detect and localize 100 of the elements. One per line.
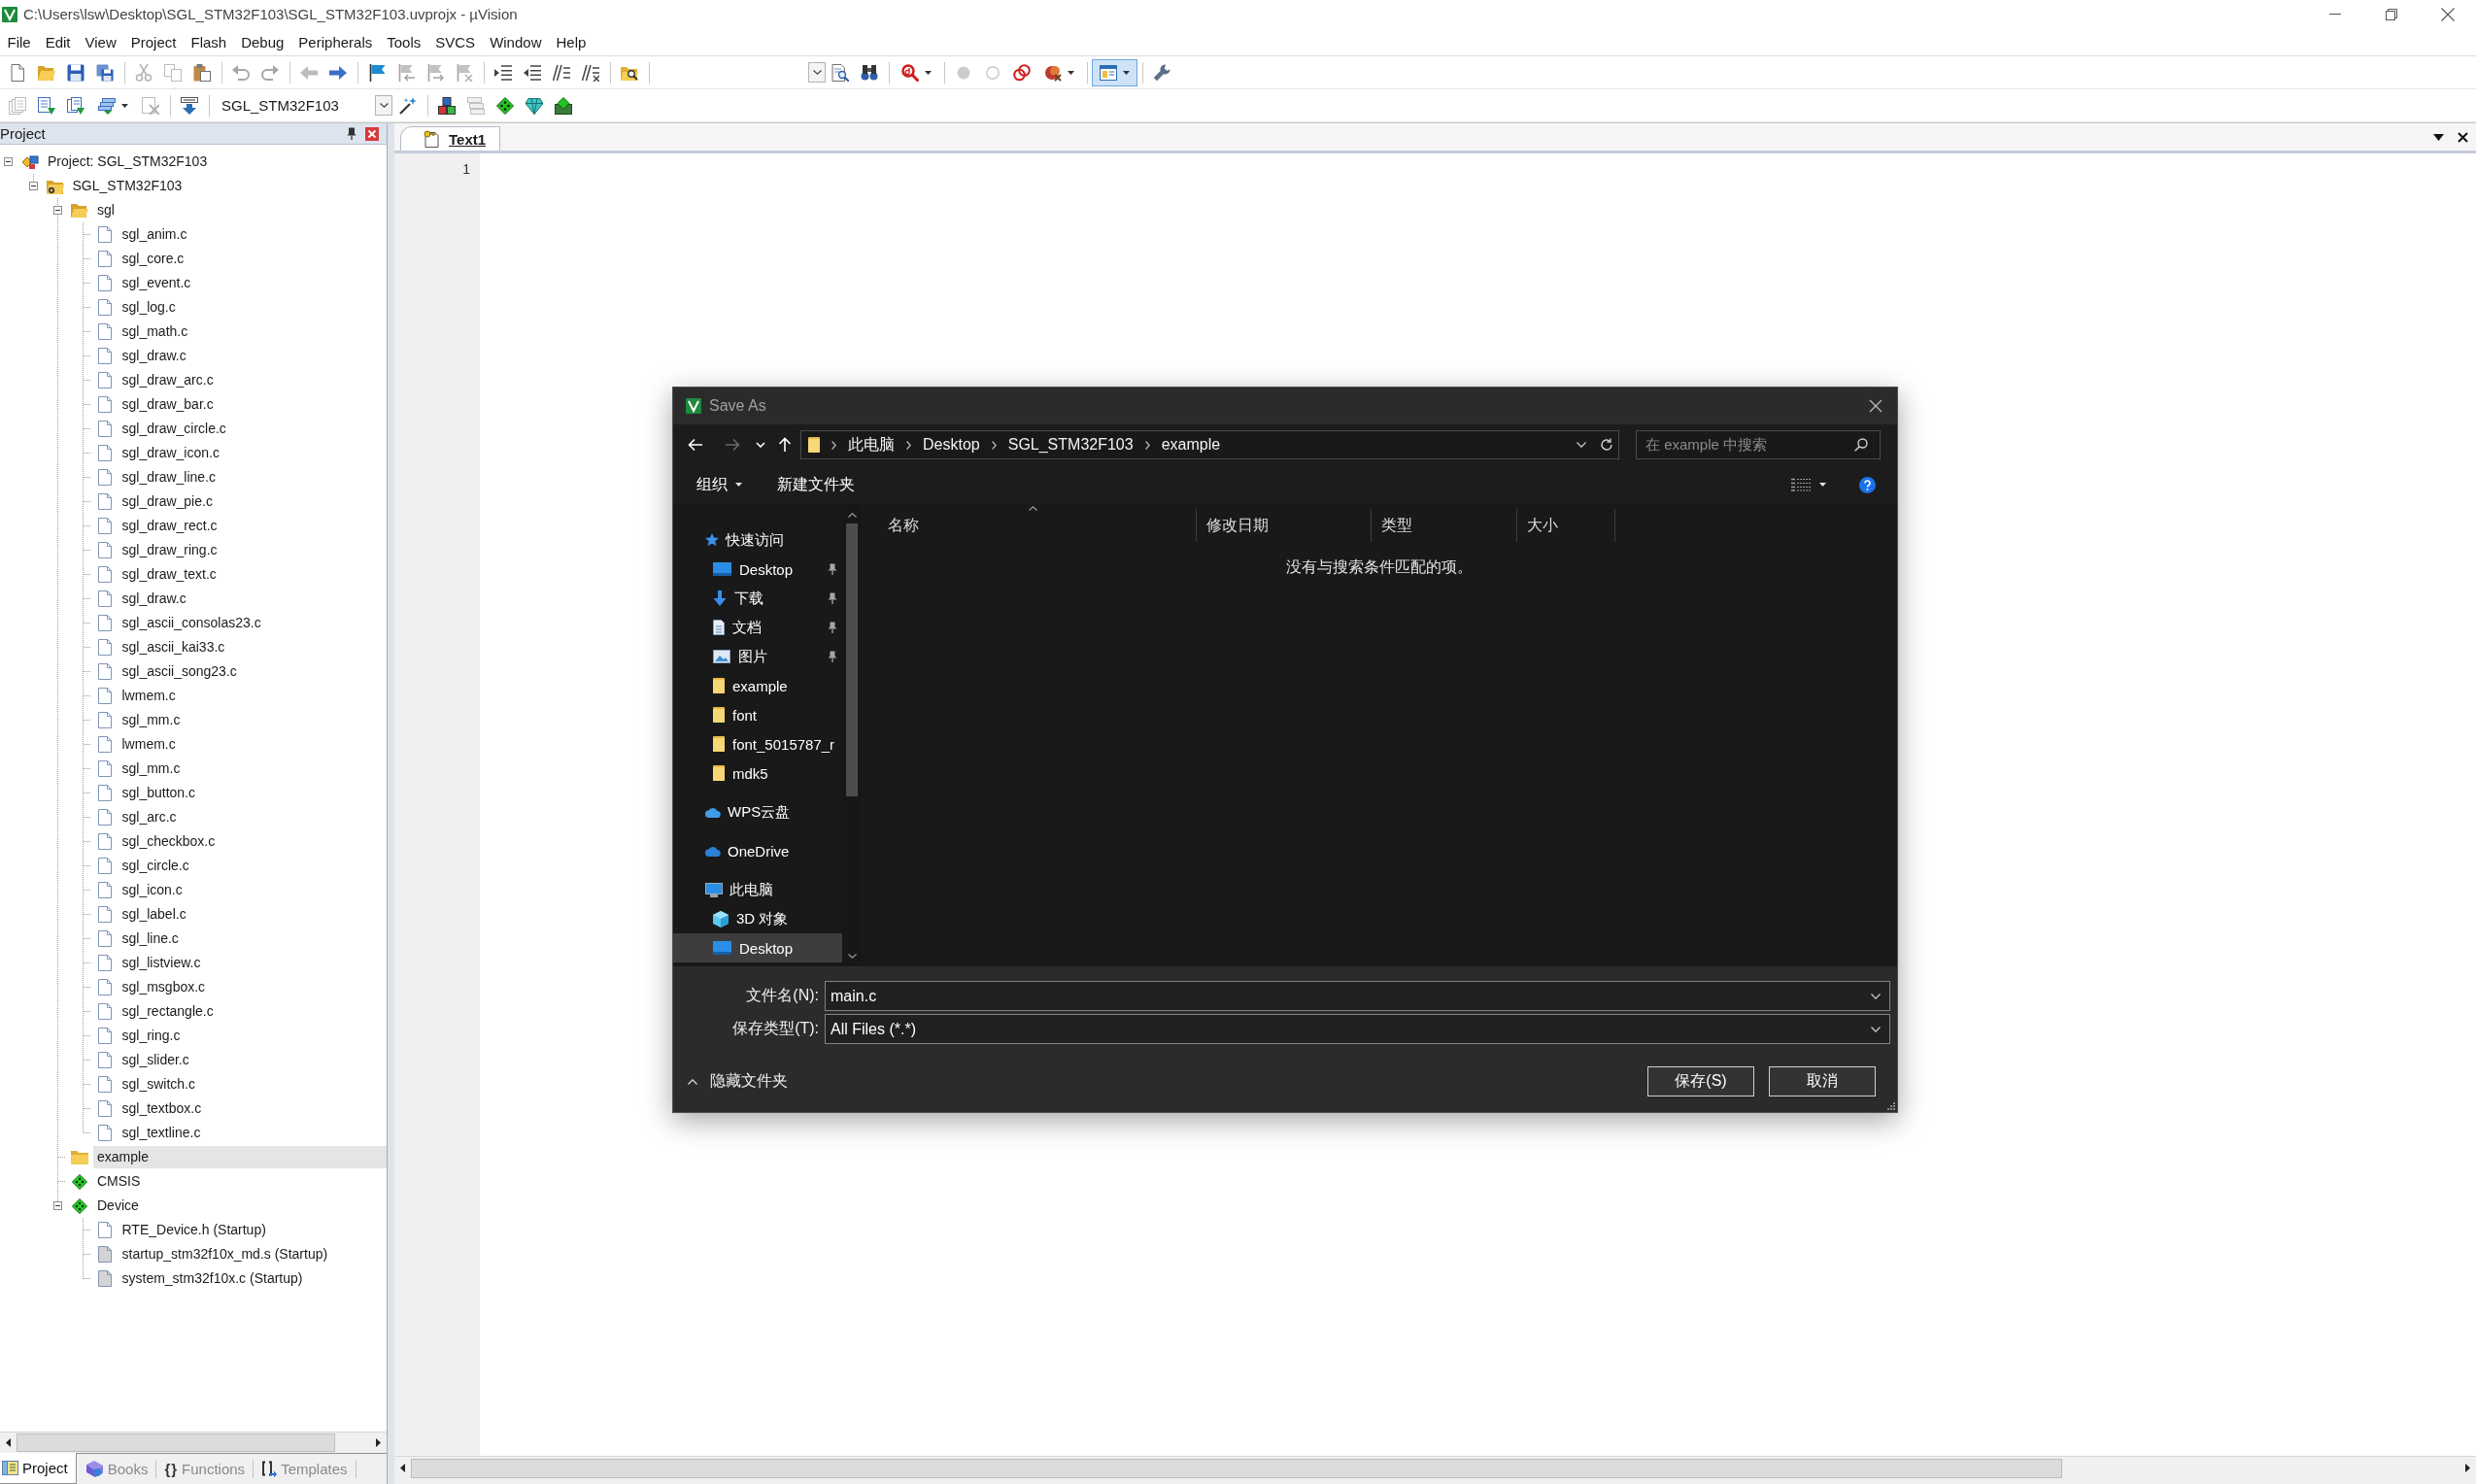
menu-item[interactable]: Window — [482, 31, 549, 52]
chevron-down-icon[interactable] — [756, 442, 765, 448]
combo-field[interactable]: main.c — [825, 981, 1890, 1011]
collapse-toggle[interactable] — [53, 206, 62, 215]
menu-item[interactable]: Peripherals — [290, 31, 380, 52]
tree-item[interactable]: sgl_mm.c — [118, 709, 185, 731]
tree-item[interactable]: startup_stm32f10x_md.s (Startup) — [118, 1243, 332, 1265]
breadcrumb[interactable]: example — [1161, 436, 1221, 454]
nav-item[interactable]: 图片 — [673, 642, 842, 671]
menu-item[interactable]: File — [0, 31, 39, 52]
menu-item[interactable]: Tools — [379, 31, 428, 52]
tree-item[interactable]: sgl_ascii_consolas23.c — [118, 612, 265, 634]
tree-item[interactable]: sgl_arc.c — [118, 806, 181, 828]
nav-item[interactable]: font — [673, 700, 842, 729]
nav-item[interactable]: OneDrive — [673, 836, 842, 865]
tree-item[interactable]: sgl_event.c — [118, 272, 195, 294]
tree-item[interactable]: sgl_draw_line.c — [118, 466, 220, 489]
tree-item[interactable]: sgl_label.c — [118, 903, 190, 926]
nav-item[interactable]: 此电脑 — [673, 875, 842, 904]
tree-item[interactable]: sgl_draw_icon.c — [118, 442, 223, 464]
menu-item[interactable]: Help — [549, 31, 594, 52]
hide-folders-button[interactable]: 隐藏文件夹 — [688, 1071, 788, 1092]
scrollbar-thumb[interactable] — [846, 523, 858, 796]
tree-item[interactable]: sgl_ascii_kai33.c — [118, 636, 229, 658]
arrow-left-icon[interactable] — [688, 438, 703, 452]
nav-item[interactable]: example — [673, 671, 842, 700]
collapse-toggle[interactable] — [28, 182, 38, 190]
tree-item[interactable]: sgl_ring.c — [118, 1025, 185, 1047]
nav-item[interactable]: 快速访问 — [673, 525, 842, 555]
tree-item[interactable]: sgl_draw_circle.c — [118, 418, 230, 440]
tree-item[interactable]: RTE_Device.h (Startup) — [118, 1219, 270, 1241]
tree-item[interactable]: sgl_listview.c — [118, 952, 205, 974]
dropdown-button[interactable] — [808, 62, 826, 83]
close-icon[interactable] — [1869, 399, 1882, 413]
breadcrumb[interactable]: 此电脑 — [848, 434, 895, 455]
tree-item[interactable]: sgl_draw.c — [118, 588, 190, 610]
tree-item[interactable]: sgl — [93, 199, 119, 221]
tree-item[interactable]: sgl_draw_bar.c — [118, 393, 218, 416]
tree-item[interactable]: sgl_textbox.c — [118, 1097, 206, 1120]
combo-field[interactable]: All Files (*.*) — [825, 1014, 1890, 1044]
dialog-button[interactable]: 保存(S) — [1647, 1066, 1754, 1096]
tree-item[interactable]: sgl_icon.c — [118, 879, 187, 901]
window-layout-button[interactable] — [1092, 58, 1137, 86]
restore-icon[interactable] — [2386, 8, 2397, 20]
tree-item[interactable]: sgl_line.c — [118, 928, 183, 950]
tree-item[interactable]: sgl_checkbox.c — [118, 830, 220, 853]
tree-item[interactable]: CMSIS — [93, 1170, 145, 1193]
tree-item[interactable]: sgl_textline.c — [118, 1122, 205, 1144]
address-bar[interactable]: 此电脑 Desktop SGL_STM32F103 example — [800, 430, 1619, 459]
tree-item[interactable]: sgl_rectangle.c — [118, 1000, 218, 1023]
close-icon[interactable] — [2458, 131, 2468, 143]
dialog-button[interactable]: 取消 — [1769, 1066, 1876, 1096]
menu-item[interactable]: Edit — [38, 31, 79, 52]
tree-item[interactable]: sgl_core.c — [118, 248, 188, 270]
menu-item[interactable]: Debug — [233, 31, 291, 52]
breadcrumb[interactable]: Desktop — [923, 436, 980, 454]
menu-item[interactable]: Project — [123, 31, 184, 52]
tree-item[interactable]: sgl_switch.c — [118, 1073, 199, 1096]
nav-item[interactable]: Desktop — [673, 933, 842, 962]
pin-icon[interactable] — [347, 127, 356, 140]
tree-item[interactable]: SGL_STM32F103 — [68, 175, 187, 197]
close-icon[interactable] — [2441, 7, 2455, 21]
tree-item[interactable]: sgl_math.c — [118, 320, 192, 343]
tree-item[interactable]: sgl_draw_text.c — [118, 563, 220, 586]
tree-item[interactable]: sgl_draw_arc.c — [118, 369, 218, 391]
caret-down-icon[interactable] — [2433, 133, 2444, 141]
horizontal-scrollbar[interactable] — [0, 1432, 387, 1453]
nav-item[interactable]: mdk5 — [673, 759, 842, 788]
scrollbar-thumb[interactable] — [17, 1433, 335, 1452]
tree-item[interactable]: sgl_mm.c — [118, 758, 185, 780]
menu-item[interactable]: Flash — [183, 31, 234, 52]
menu-item[interactable]: View — [78, 31, 124, 52]
nav-item[interactable]: Desktop — [673, 555, 842, 584]
tree-item[interactable]: sgl_circle.c — [118, 855, 193, 877]
column-header[interactable]: 大小 — [1517, 509, 1615, 542]
tree-item[interactable]: sgl_log.c — [118, 296, 180, 319]
tree-item[interactable]: sgl_button.c — [118, 782, 199, 804]
tree-item[interactable]: sgl_slider.c — [118, 1049, 193, 1071]
menu-item[interactable]: SVCS — [427, 31, 483, 52]
horizontal-scrollbar[interactable] — [394, 1456, 2476, 1479]
command-button[interactable]: 组织 — [689, 470, 750, 499]
dropdown-button[interactable] — [375, 95, 392, 116]
help-icon[interactable] — [1859, 476, 1876, 493]
tree-item[interactable]: sgl_draw_ring.c — [118, 539, 221, 561]
nav-item[interactable]: 下载 — [673, 584, 842, 613]
nav-item[interactable]: 3D 对象 — [673, 904, 842, 933]
panel-tab[interactable]: Project — [0, 1453, 77, 1484]
tree-item[interactable]: lwmem.c — [118, 685, 180, 707]
tree-item[interactable]: sgl_draw_rect.c — [118, 515, 221, 537]
nav-item[interactable]: font_5015787_r — [673, 729, 842, 759]
tree-item[interactable]: system_stm32f10x.c (Startup) — [118, 1267, 307, 1290]
arrow-up-icon[interactable] — [778, 437, 792, 453]
column-header[interactable]: 类型 — [1372, 509, 1517, 542]
breadcrumb[interactable]: SGL_STM32F103 — [1007, 436, 1134, 454]
command-button[interactable]: 新建文件夹 — [769, 470, 863, 499]
editor-tab[interactable]: Text1 — [400, 126, 501, 151]
view-button[interactable] — [1791, 478, 1826, 491]
column-header[interactable]: 名称 — [862, 509, 1197, 542]
tree-item[interactable]: Project: SGL_STM32F103 — [44, 151, 212, 173]
collapse-toggle[interactable] — [53, 1201, 62, 1210]
